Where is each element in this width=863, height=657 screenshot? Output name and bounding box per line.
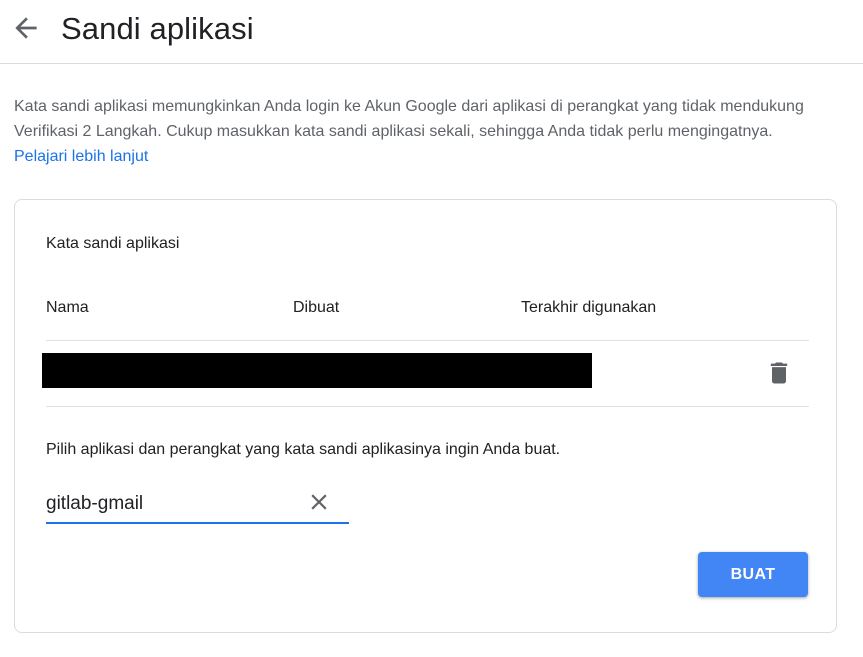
intro-paragraph: Kata sandi aplikasi memungkinkan Anda lo…	[14, 94, 814, 169]
close-icon	[306, 489, 332, 520]
page-title: Sandi aplikasi	[61, 11, 254, 46]
table-divider	[46, 340, 809, 341]
redacted-password-entry	[42, 353, 592, 388]
app-name-input[interactable]	[46, 490, 296, 518]
create-button[interactable]: BUAT	[698, 552, 808, 597]
column-header-created: Dibuat	[293, 299, 340, 316]
app-passwords-page: Sandi aplikasi Kata sandi aplikasi memun…	[0, 0, 863, 657]
card-title: Kata sandi aplikasi	[46, 235, 180, 252]
table-divider-bottom	[46, 406, 809, 407]
column-header-name: Nama	[46, 299, 89, 316]
intro-text: Kata sandi aplikasi memungkinkan Anda lo…	[14, 98, 804, 140]
select-app-prompt: Pilih aplikasi dan perangkat yang kata s…	[46, 441, 561, 458]
learn-more-link[interactable]: Pelajari lebih lanjut	[14, 148, 148, 165]
clear-input-button[interactable]	[305, 490, 333, 518]
column-header-last-used: Terakhir digunakan	[521, 299, 657, 316]
app-name-field	[46, 488, 349, 524]
app-passwords-card: Kata sandi aplikasi Nama Dibuat Terakhir…	[14, 199, 837, 633]
page-header: Sandi aplikasi	[0, 0, 863, 64]
back-button[interactable]	[10, 12, 42, 44]
delete-button[interactable]	[763, 359, 795, 391]
trash-icon	[765, 359, 793, 392]
arrow-back-icon	[10, 12, 42, 44]
